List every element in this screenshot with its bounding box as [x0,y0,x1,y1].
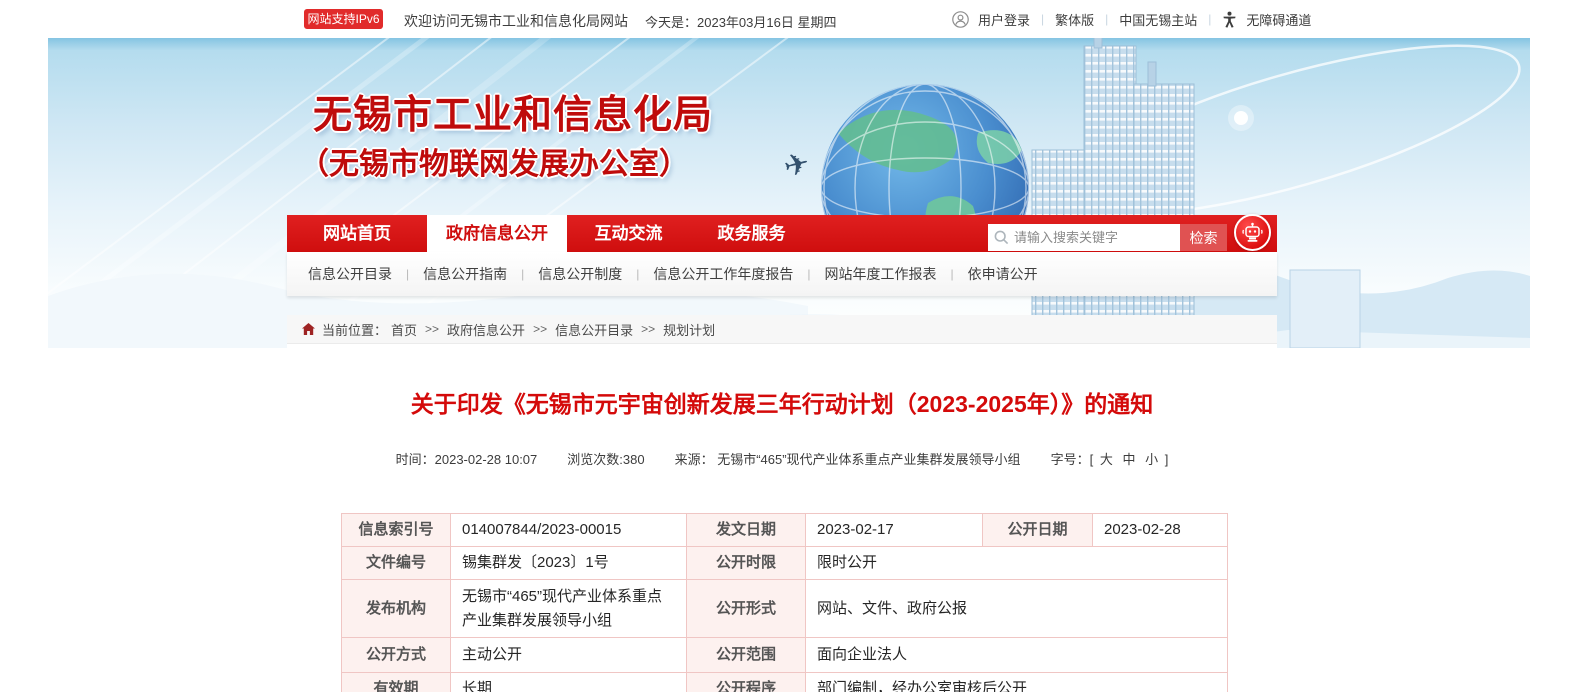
topbar-separator: | [1041,12,1044,26]
subnav-item-catalog[interactable]: 信息公开目录 [308,264,392,284]
font-size-small-button[interactable]: 小 [1145,452,1158,467]
site-subtitle: （无锡市物联网发展办公室） [299,139,689,183]
font-size-medium-button[interactable]: 中 [1122,452,1135,467]
welcome-text: 欢迎访问无锡市工业和信息化局网站 [404,11,628,31]
info-value-issuing-org: 无锡市“465”现代产业体系重点产业集群发展领导小组 [451,580,687,638]
subnav-item-apply-disclosure[interactable]: 依申请公开 [968,264,1038,284]
article-meta: 时间：2023-02-28 10:07 浏览次数:380 来源： 无锡市“465… [287,449,1277,468]
traditional-version-link[interactable]: 繁体版 [1055,10,1094,29]
info-value-procedure: 部门编制，经办公室审核后公开 [806,673,1228,692]
info-value-index: 014007844/2023-00015 [451,514,687,547]
subnav-separator: | [521,267,524,281]
banner-background: ✈ [48,38,1530,348]
info-label-index: 信息索引号 [342,514,451,547]
subnav-item-system[interactable]: 信息公开制度 [538,264,622,284]
subnav-separator: | [406,267,409,281]
info-value-public-method: 主动公开 [451,638,687,673]
table-row: 信息索引号 014007844/2023-00015 发文日期 2023-02-… [342,514,1228,547]
tab-home[interactable]: 网站首页 [287,215,427,252]
ipv6-badge: 网站支持IPv6 [304,9,383,29]
font-size-control: 字号：[ 大 中 小 ] [1051,449,1169,468]
breadcrumb-separator: >> [533,322,547,336]
info-label-procedure: 公开程序 [687,673,806,692]
subnav-item-guide[interactable]: 信息公开指南 [423,264,507,284]
info-label-public-date: 公开日期 [983,514,1093,547]
search-button[interactable]: 检索 [1180,224,1227,251]
font-size-large-button[interactable]: 大 [1100,452,1113,467]
tab-gov-services[interactable]: 政务服务 [690,215,813,252]
info-label-doc-number: 文件编号 [342,547,451,580]
search-icon [994,230,1009,245]
info-label-issuing-org: 发布机构 [342,580,451,638]
info-value-public-date: 2023-02-28 [1093,514,1228,547]
info-label-public-scope: 公开范围 [687,638,806,673]
breadcrumb-planning[interactable]: 规划计划 [663,320,715,339]
info-label-public-method: 公开方式 [342,638,451,673]
wuxi-main-site-link[interactable]: 中国无锡主站 [1119,10,1197,29]
user-icon [952,11,969,28]
chatbot-icon[interactable] [1234,214,1271,251]
info-label-public-form: 公开形式 [687,580,806,638]
page: 网站支持IPv6 欢迎访问无锡市工业和信息化局网站 今天是：2023年03月16… [0,0,1581,692]
breadcrumb: 当前位置： 首页 >> 政府信息公开 >> 信息公开目录 >> 规划计划 [287,315,1277,344]
table-row: 文件编号 锡集群发〔2023〕1号 公开时限 限时公开 [342,547,1228,580]
font-size-prefix: 字号：[ [1051,452,1094,467]
accessibility-link[interactable]: 无障碍通道 [1246,10,1311,29]
topbar: 网站支持IPv6 欢迎访问无锡市工业和信息化局网站 今天是：2023年03月16… [0,0,1581,38]
breadcrumb-catalog[interactable]: 信息公开目录 [555,320,633,339]
info-value-public-form: 网站、文件、政府公报 [806,580,1228,638]
info-label-issue-date: 发文日期 [687,514,806,547]
article-views: 浏览次数:380 [567,449,644,468]
airplane-decoration: ✈ [781,146,813,184]
topbar-separator: | [1208,12,1211,26]
table-row: 有效期 长期 公开程序 部门编制，经办公室审核后公开 [342,673,1228,692]
subnav-separator: | [807,267,810,281]
info-label-time-limit: 公开时限 [687,547,806,580]
tab-interaction[interactable]: 互动交流 [567,215,690,252]
info-value-time-limit: 限时公开 [806,547,1228,580]
breadcrumb-home[interactable]: 首页 [391,320,417,339]
breadcrumb-separator: >> [641,322,655,336]
topbar-links: 用户登录 | 繁体版 | 中国无锡主站 | 无障碍通道 [952,0,1311,38]
document-info-table: 信息索引号 014007844/2023-00015 发文日期 2023-02-… [341,513,1228,692]
article-time: 时间：2023-02-28 10:07 [396,449,538,468]
info-label-validity: 有效期 [342,673,451,692]
breadcrumb-prefix: 当前位置： [322,320,387,339]
accessibility-icon [1222,11,1237,28]
article-title: 关于印发《无锡市元宇宙创新发展三年行动计划（2023-2025年）》的通知 [287,385,1277,419]
table-row: 发布机构 无锡市“465”现代产业体系重点产业集群发展领导小组 公开形式 网站、… [342,580,1228,638]
search-input[interactable] [1014,230,1164,245]
subnav-separator: | [951,267,954,281]
subnav-separator: | [636,267,639,281]
search-box [988,224,1180,251]
home-icon [301,322,316,336]
banner-scene: ✈ [48,38,1530,348]
user-login-link[interactable]: 用户登录 [978,10,1030,29]
breadcrumb-gov-info[interactable]: 政府信息公开 [447,320,525,339]
info-value-doc-number: 锡集群发〔2023〕1号 [451,547,687,580]
breadcrumb-separator: >> [425,322,439,336]
article-source: 来源： 无锡市“465”现代产业体系重点产业集群发展领导小组 [675,449,1021,468]
info-value-public-scope: 面向企业法人 [806,638,1228,673]
tab-gov-info-disclosure[interactable]: 政府信息公开 [427,215,567,257]
font-size-suffix: ] [1165,452,1169,467]
sub-nav: 信息公开目录 | 信息公开指南 | 信息公开制度 | 信息公开工作年度报告 | … [287,252,1277,296]
date-text: 今天是：2023年03月16日 星期四 [645,12,836,31]
subnav-item-annual-report[interactable]: 信息公开工作年度报告 [653,264,793,284]
info-value-validity: 长期 [451,673,687,692]
subnav-item-website-report[interactable]: 网站年度工作报表 [825,264,937,284]
table-row: 公开方式 主动公开 公开范围 面向企业法人 [342,638,1228,673]
info-value-issue-date: 2023-02-17 [806,514,983,547]
site-title: 无锡市工业和信息化局 [313,84,713,140]
topbar-separator: | [1105,12,1108,26]
